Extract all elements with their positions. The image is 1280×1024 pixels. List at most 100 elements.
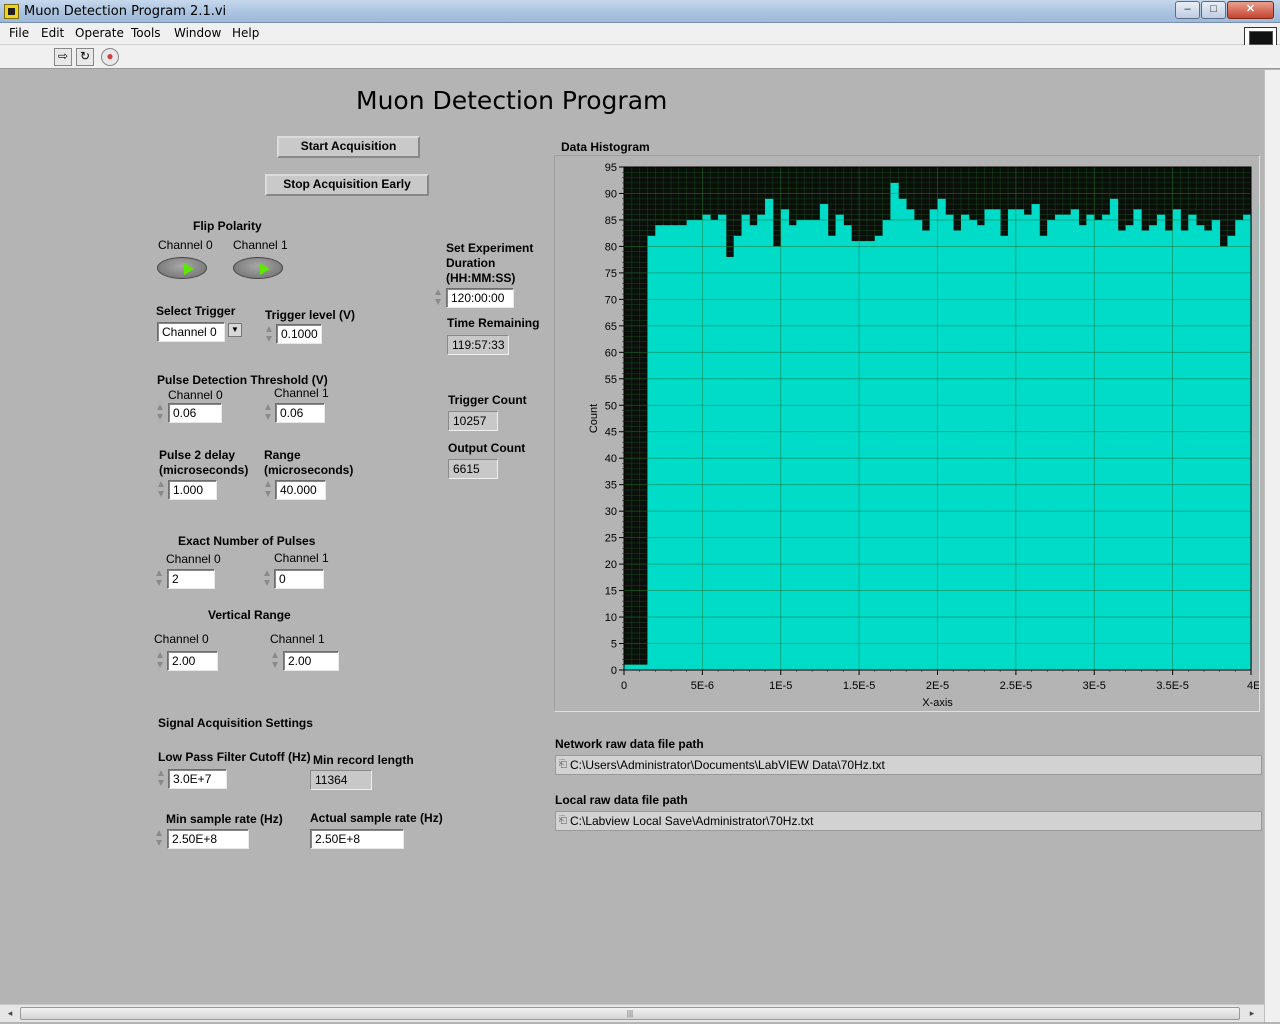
histogram-bar — [812, 219, 821, 670]
vertical-range-ch1-spinner[interactable] — [271, 649, 280, 671]
scroll-right-icon[interactable]: ▸ — [1244, 1006, 1260, 1021]
histogram-bar — [984, 209, 993, 670]
experiment-duration-input[interactable]: 120:00:00 — [446, 288, 514, 308]
network-path-field[interactable]: ⎗ C:\Users\Administrator\Documents\LabVI… — [555, 755, 1262, 775]
histogram-bar — [1023, 214, 1032, 670]
labview-app-icon — [4, 4, 19, 19]
local-path-value: C:\Labview Local Save\Administrator\70Hz… — [570, 814, 814, 828]
horizontal-scrollbar[interactable]: ◂ ||| ▸ — [0, 1004, 1264, 1022]
y-tick-label: 70 — [605, 294, 617, 306]
histogram-bar — [1086, 214, 1095, 670]
path-browse-icon[interactable]: ⎗ — [559, 815, 567, 826]
trigger-level-spinner[interactable] — [265, 323, 274, 345]
front-panel: Muon Detection Program Start Acquisition… — [2, 70, 1262, 1004]
histogram-bar — [1078, 225, 1087, 670]
range-spinner[interactable] — [264, 478, 273, 500]
histogram-bar — [1062, 214, 1072, 670]
window-titlebar: Muon Detection Program 2.1.vi – □ ✕ — [0, 0, 1280, 23]
min-sample-rate-input[interactable]: 2.50E+8 — [167, 829, 249, 849]
histogram-bar — [976, 225, 985, 670]
histogram-bar — [1125, 225, 1134, 670]
output-count-indicator: 6615 — [448, 459, 498, 479]
flip-ch1-label: Channel 1 — [233, 238, 288, 252]
experiment-duration-spinner[interactable] — [434, 286, 443, 308]
lowpass-label: Low Pass Filter Cutoff (Hz) — [158, 750, 311, 764]
local-path-label: Local raw data file path — [555, 793, 688, 807]
vertical-scrollbar[interactable] — [1264, 70, 1280, 1022]
ring-dropdown-icon[interactable]: ▼ — [228, 323, 242, 337]
histogram-bar — [1188, 214, 1197, 670]
min-sample-rate-label: Min sample rate (Hz) — [166, 812, 283, 826]
menu-help[interactable]: Help — [232, 26, 259, 40]
histogram-bar — [819, 204, 829, 670]
histogram-bar — [663, 225, 672, 670]
vertical-range-label: Vertical Range — [208, 608, 291, 622]
close-button[interactable]: ✕ — [1227, 1, 1274, 19]
flip-polarity-ch1-toggle[interactable] — [233, 257, 283, 279]
x-tick-label: 1.5E-5 — [843, 680, 875, 692]
histogram-bar — [710, 219, 719, 670]
histogram-bar — [757, 214, 766, 670]
actual-sample-rate-label: Actual sample rate (Hz) — [310, 811, 443, 825]
pulse2-delay-spinner[interactable] — [157, 478, 166, 500]
path-browse-icon[interactable]: ⎗ — [559, 759, 567, 770]
y-axis-label: Count — [588, 404, 600, 433]
histogram-bar — [1211, 219, 1221, 670]
data-histogram-chart: 0 5 10 15 20 25 30 35 40 45 50 55 60 65 70 75 80 85 90 95 0 5… — [588, 162, 1259, 709]
exact-pulses-ch0-spinner[interactable] — [155, 567, 164, 589]
histogram-bar — [671, 225, 680, 670]
histogram-bar — [741, 214, 750, 670]
y-tick-label: 85 — [605, 215, 617, 227]
pulse-threshold-ch0-spinner[interactable] — [156, 401, 165, 423]
range-input[interactable]: 40.000 — [275, 480, 326, 500]
histogram-bar — [1055, 214, 1064, 670]
x-axis-label: X-axis — [922, 697, 953, 709]
exact-pulses-ch0-input[interactable]: 2 — [167, 569, 215, 589]
local-path-field[interactable]: ⎗ C:\Labview Local Save\Administrator\70… — [555, 811, 1262, 831]
histogram-bar — [1008, 209, 1017, 670]
x-tick-label: 1E-5 — [769, 680, 792, 692]
menu-window[interactable]: Window — [174, 26, 221, 40]
flip-polarity-ch0-toggle[interactable] — [157, 257, 207, 279]
run-continuously-icon[interactable]: ↻ — [76, 48, 94, 66]
menu-file[interactable]: File — [9, 26, 29, 40]
min-sample-rate-spinner[interactable] — [155, 827, 164, 849]
histogram-bar — [788, 225, 797, 670]
experiment-duration-label-2: Duration — [446, 256, 496, 270]
vertical-range-ch0-spinner[interactable] — [156, 649, 165, 671]
stop-acquisition-button[interactable]: Stop Acquisition Early — [265, 174, 429, 196]
vertical-range-ch0-input[interactable]: 2.00 — [167, 651, 218, 671]
histogram-bar — [835, 214, 844, 670]
pulse2-delay-input[interactable]: 1.000 — [168, 480, 217, 500]
exact-pulses-ch1-spinner[interactable] — [263, 567, 272, 589]
minimize-button[interactable]: – — [1175, 1, 1200, 19]
menu-operate[interactable]: Operate — [75, 26, 124, 40]
run-arrow-icon[interactable]: ⇨ — [54, 48, 72, 66]
start-acquisition-button[interactable]: Start Acquisition — [277, 136, 420, 158]
pulse-threshold-ch0-input[interactable]: 0.06 — [168, 403, 222, 423]
exact-pulses-ch1-input[interactable]: 0 — [274, 569, 324, 589]
select-trigger-ring[interactable]: Channel 0 — [157, 322, 225, 342]
histogram-bar — [749, 225, 758, 670]
maximize-button[interactable]: □ — [1201, 1, 1226, 19]
histogram-bar — [1133, 209, 1142, 670]
lowpass-spinner[interactable] — [157, 767, 166, 789]
y-tick-label: 50 — [605, 400, 617, 412]
menu-tools[interactable]: Tools — [131, 26, 161, 40]
pulse-threshold-ch1-spinner[interactable] — [264, 401, 273, 423]
toolbar: ⇨ ↻ ● — [0, 45, 1280, 69]
scroll-left-icon[interactable]: ◂ — [2, 1006, 18, 1021]
histogram-bar — [804, 219, 813, 670]
trigger-level-input[interactable]: 0.1000 — [276, 324, 322, 344]
scrollbar-thumb[interactable]: ||| — [20, 1007, 1240, 1020]
vertical-range-ch1-input[interactable]: 2.00 — [283, 651, 339, 671]
menu-edit[interactable]: Edit — [41, 26, 64, 40]
lowpass-input[interactable]: 3.0E+7 — [168, 769, 227, 789]
pulse-threshold-ch1-input[interactable]: 0.06 — [275, 403, 325, 423]
abort-execution-icon[interactable]: ● — [101, 48, 119, 66]
trigger-count-indicator: 10257 — [448, 411, 498, 431]
output-count-label: Output Count — [448, 441, 526, 455]
histogram-bar — [702, 214, 711, 670]
histogram-bar — [1102, 214, 1111, 670]
actual-sample-rate-value: 2.50E+8 — [310, 829, 404, 849]
